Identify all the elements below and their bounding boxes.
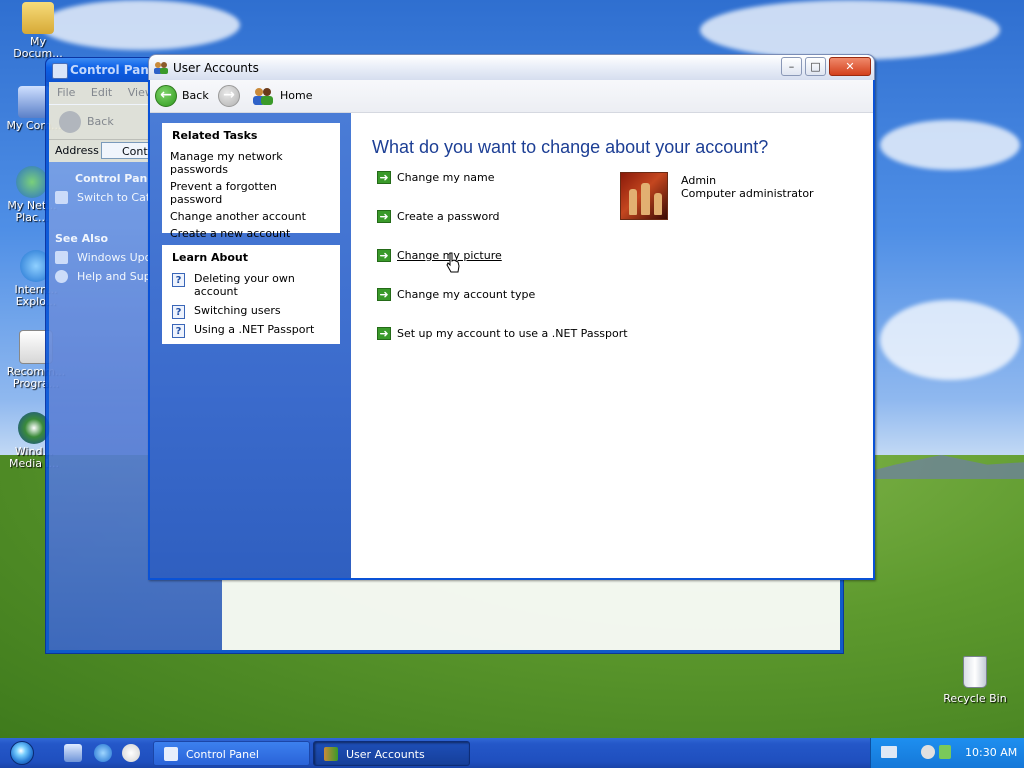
desktop-icon-my-documents[interactable]: My Docum... <box>6 2 70 60</box>
media-player-icon[interactable] <box>122 744 140 762</box>
taskbar-user-accounts[interactable]: User Accounts <box>313 741 470 766</box>
recycle-bin-icon <box>963 656 987 688</box>
green-arrow-icon: ➜ <box>377 249 391 262</box>
change-another-account-link[interactable]: Change another account <box>170 210 332 223</box>
change-picture-link[interactable]: ➜ Change my picture <box>377 249 502 262</box>
switch-view-icon <box>55 191 68 204</box>
cloud <box>880 120 1020 170</box>
cloud <box>880 300 1020 380</box>
back-arrow-icon[interactable]: ← <box>155 85 177 107</box>
learn-switching-users-link[interactable]: ? Switching users <box>170 304 332 319</box>
minimize-button[interactable]: – <box>781 57 802 76</box>
desktop-icon-recycle-bin[interactable]: Recycle Bin <box>942 656 1008 705</box>
change-account-type-link[interactable]: ➜ Change my account type <box>377 288 535 301</box>
create-new-account-link[interactable]: Create a new account <box>170 227 332 240</box>
network-tray-icon[interactable] <box>939 745 951 759</box>
chess-piece-icon <box>641 183 650 215</box>
page-title: What do you want to change about your ac… <box>372 137 769 157</box>
tray-utility-icon[interactable] <box>921 745 935 759</box>
setup-net-passport-link[interactable]: ➜ Set up my account to use a .NET Passpor… <box>377 327 628 340</box>
related-tasks-heading: Related Tasks <box>172 129 258 142</box>
forward-arrow-icon[interactable]: → <box>218 85 240 107</box>
taskbar-control-panel[interactable]: Control Panel <box>153 741 310 766</box>
chess-piece-icon <box>629 189 637 215</box>
clock[interactable]: 10:30 AM <box>965 746 1017 759</box>
help-topic-icon: ? <box>172 324 185 338</box>
back-arrow-icon[interactable] <box>59 111 81 133</box>
create-password-link[interactable]: ➜ Create a password <box>377 210 500 223</box>
user-accounts-frame: ← Back → Home Related Tasks Manage my ne… <box>150 80 873 578</box>
user-accounts-window[interactable]: User Accounts – □ ✕ ← Back → Home Relate… <box>148 54 875 580</box>
keyboard-icon[interactable] <box>881 746 897 758</box>
manage-network-passwords-link[interactable]: Manage my network passwords <box>170 150 332 176</box>
system-tray: 10:30 AM <box>870 738 1024 768</box>
help-topic-icon: ? <box>172 273 185 287</box>
account-picture <box>620 172 668 220</box>
chess-piece-icon <box>654 193 662 215</box>
internet-explorer-icon[interactable] <box>94 744 112 762</box>
learn-net-passport-link[interactable]: ? Using a .NET Passport <box>170 323 332 338</box>
control-panel-icon <box>52 63 68 79</box>
menu-edit[interactable]: Edit <box>91 86 112 99</box>
taskbar: Control Panel User Accounts 10:30 AM <box>0 738 1024 768</box>
folder-icon <box>22 2 54 34</box>
task-sidebar: Related Tasks Manage my network password… <box>150 113 351 578</box>
user-accounts-titlebar[interactable]: User Accounts – □ ✕ <box>148 54 875 80</box>
windows-update-icon <box>55 251 68 264</box>
user-accounts-icon <box>154 62 168 74</box>
menu-file[interactable]: File <box>57 86 75 99</box>
window-title: User Accounts <box>173 61 259 75</box>
network-icon <box>16 166 48 198</box>
back-button[interactable]: Back <box>182 89 209 102</box>
green-arrow-icon: ➜ <box>377 288 391 301</box>
navigation-bar: ← Back → Home <box>150 80 873 113</box>
maximize-button[interactable]: □ <box>805 57 826 76</box>
show-desktop-icon[interactable] <box>64 744 82 762</box>
change-name-link[interactable]: ➜ Change my name <box>377 171 495 184</box>
cloud <box>40 0 240 50</box>
help-topic-icon: ? <box>172 305 185 319</box>
windows-orb-icon <box>10 741 34 765</box>
user-accounts-icon <box>324 747 338 761</box>
home-users-icon[interactable] <box>252 86 274 106</box>
control-panel-icon <box>164 747 178 761</box>
learn-deleting-account-link[interactable]: ? Deleting your own account <box>170 272 332 298</box>
prevent-forgotten-password-link[interactable]: Prevent a forgotten password <box>170 180 332 206</box>
help-icon <box>55 270 68 283</box>
learn-about-heading: Learn About <box>172 251 249 264</box>
cloud <box>700 0 1000 60</box>
green-arrow-icon: ➜ <box>377 210 391 223</box>
home-button[interactable]: Home <box>280 89 312 102</box>
related-tasks-panel: Related Tasks Manage my network password… <box>162 123 340 240</box>
close-button[interactable]: ✕ <box>829 57 871 76</box>
learn-about-panel: Learn About ? Deleting your own account ?… <box>162 245 340 344</box>
control-panel-back-label[interactable]: Back <box>87 115 114 128</box>
green-arrow-icon: ➜ <box>377 327 391 340</box>
main-content: What do you want to change about your ac… <box>351 113 873 578</box>
account-name: Admin <box>681 174 717 187</box>
start-button[interactable] <box>0 738 48 768</box>
account-type: Computer administrator <box>681 187 814 200</box>
hand-cursor-icon <box>446 252 460 273</box>
green-arrow-icon: ➜ <box>377 171 391 184</box>
